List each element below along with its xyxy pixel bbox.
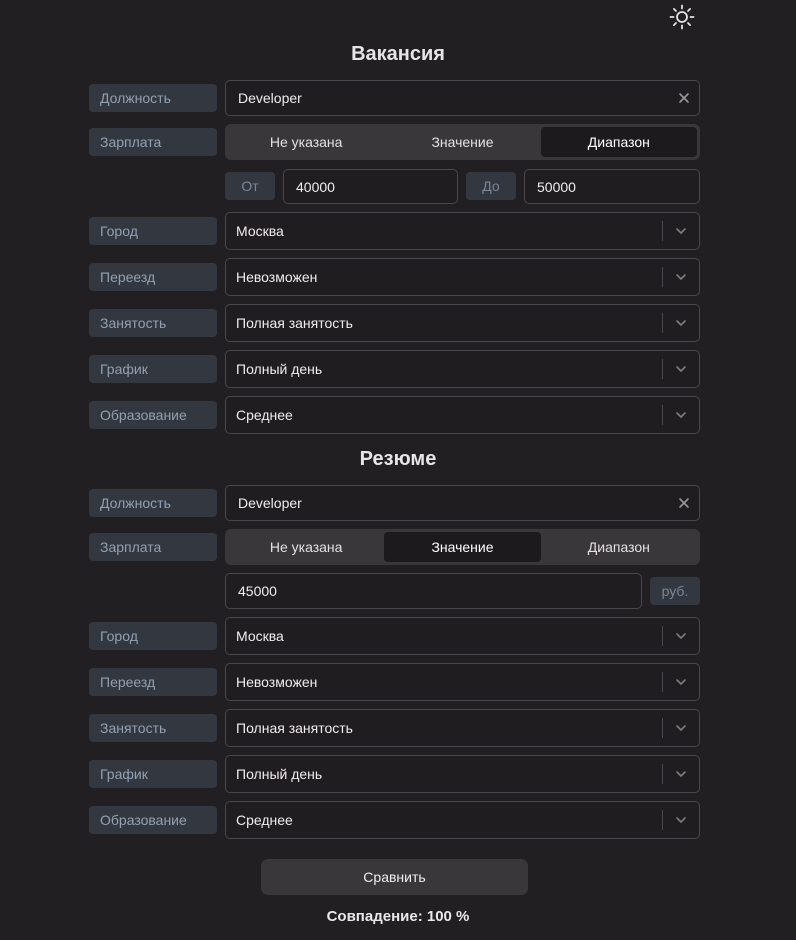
vacancy-employment-select[interactable]: Полная занятость [225, 304, 700, 342]
resume-schedule-value: Полный день [236, 766, 323, 782]
resume-education-select[interactable]: Среднее [225, 801, 700, 839]
vacancy-position-input[interactable]: Developer [225, 80, 700, 116]
resume-position-label: Должность [89, 489, 217, 517]
resume-education-value: Среднее [236, 812, 293, 828]
chevron-down-icon[interactable] [663, 721, 699, 735]
salary-from-label: От [225, 172, 275, 200]
vacancy-salary-label: Зарплата [89, 128, 217, 156]
match-result: Совпадение: 100 % [326, 908, 470, 925]
sun-icon [669, 4, 695, 30]
vacancy-education-value: Среднее [236, 407, 293, 423]
resume-position-value: Developer [238, 495, 302, 511]
chevron-down-icon[interactable] [663, 270, 699, 284]
resume-employment-value: Полная занятость [236, 720, 353, 736]
vacancy-schedule-label: График [89, 355, 217, 383]
vacancy-education-select[interactable]: Среднее [225, 396, 700, 434]
salary-to-label: До [466, 172, 516, 200]
vacancy-salary-mode-switch[interactable]: Не указана Значение Диапазон [225, 124, 700, 160]
resume-position-input[interactable]: Developer [225, 485, 700, 521]
vacancy-employment-value: Полная занятость [236, 315, 353, 331]
vacancy-city-label: Город [89, 217, 217, 245]
resume-employment-label: Занятость [89, 714, 217, 742]
resume-relocation-label: Переезд [89, 668, 217, 696]
close-icon[interactable] [677, 496, 691, 510]
chevron-down-icon[interactable] [663, 224, 699, 238]
resume-city-label: Город [89, 622, 217, 650]
chevron-down-icon[interactable] [663, 767, 699, 781]
salary-from-value: 40000 [296, 178, 335, 195]
resume-city-value: Москва [236, 628, 284, 644]
vacancy-position-value: Developer [238, 90, 302, 106]
vacancy-salary-option-range[interactable]: Диапазон [540, 127, 697, 157]
chevron-down-icon[interactable] [663, 629, 699, 643]
salary-to-value: 50000 [537, 178, 576, 195]
resume-salary-option-value[interactable]: Значение [384, 532, 541, 562]
vacancy-city-select[interactable]: Москва [225, 212, 700, 250]
vacancy-schedule-select[interactable]: Полный день [225, 350, 700, 388]
chevron-down-icon[interactable] [663, 813, 699, 827]
resume-salary-mode-switch[interactable]: Не указана Значение Диапазон [225, 529, 700, 565]
resume-salary-label: Зарплата [89, 533, 217, 561]
resume-salary-option-range[interactable]: Диапазон [541, 532, 697, 562]
vacancy-city-value: Москва [236, 223, 284, 239]
vacancy-relocation-value: Невозможен [236, 269, 318, 285]
resume-employment-select[interactable]: Полная занятость [225, 709, 700, 747]
chevron-down-icon[interactable] [663, 675, 699, 689]
vacancy-salary-option-none[interactable]: Не указана [228, 127, 384, 157]
resume-city-select[interactable]: Москва [225, 617, 700, 655]
vacancy-relocation-label: Переезд [89, 263, 217, 291]
resume-salary-input[interactable]: 45000 [225, 573, 642, 609]
currency-label: руб. [650, 577, 700, 605]
chevron-down-icon[interactable] [663, 362, 699, 376]
resume-schedule-select[interactable]: Полный день [225, 755, 700, 793]
vacancy-position-label: Должность [89, 84, 217, 112]
vacancy-employment-label: Занятость [89, 309, 217, 337]
vacancy-salary-option-value[interactable]: Значение [384, 127, 540, 157]
chevron-down-icon[interactable] [663, 408, 699, 422]
close-icon[interactable] [677, 91, 691, 105]
salary-to-input[interactable]: 50000 [524, 169, 700, 204]
resume-relocation-select[interactable]: Невозможен [225, 663, 700, 701]
compare-button[interactable]: Сравнить [261, 859, 528, 895]
resume-relocation-value: Невозможен [236, 674, 318, 690]
theme-toggle-button[interactable] [668, 3, 696, 31]
vacancy-relocation-select[interactable]: Невозможен [225, 258, 700, 296]
resume-title: Резюме [359, 448, 437, 470]
vacancy-schedule-value: Полный день [236, 361, 323, 377]
resume-schedule-label: График [89, 760, 217, 788]
vacancy-title: Вакансия [351, 43, 445, 65]
salary-from-input[interactable]: 40000 [283, 169, 458, 204]
resume-salary-value: 45000 [238, 583, 277, 599]
resume-education-label: Образование [89, 806, 217, 834]
vacancy-education-label: Образование [89, 401, 217, 429]
resume-salary-option-none[interactable]: Не указана [228, 532, 384, 562]
chevron-down-icon[interactable] [663, 316, 699, 330]
